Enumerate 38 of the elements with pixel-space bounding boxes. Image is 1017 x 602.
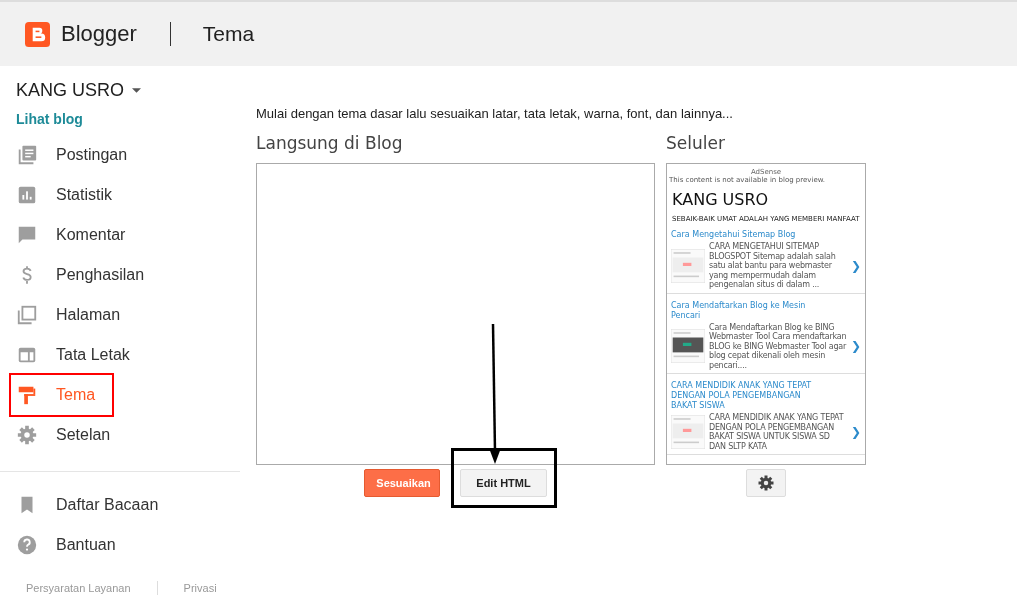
nav-item[interactable]: Tata Letak [0,335,140,375]
intro-text: Mulai dengan tema dasar lalu sesuaikan latar, tata letak, warna, font, dan lainnya... [256,106,734,121]
nav-item[interactable]: Bantuan [0,525,126,565]
edit-html-button[interactable]: Edit HTML [460,469,547,497]
gear-icon [16,424,38,446]
gear-icon [757,474,775,492]
help-icon [16,534,38,556]
blogger-logo-icon[interactable] [25,21,50,47]
mobile-preview-frame[interactable] [666,163,866,465]
post-title[interactable]: CARA MENDIDIK ANAK YANG TEPAT DENGAN POLA PENGEMBANGAN BAKAT SISWA [671,381,821,411]
post-title[interactable]: Cara Mendaftarkan Blog ke Mesin Pencari [671,300,821,321]
nav-item[interactable]: Setelan [0,415,121,455]
page-title: Tema [202,22,255,46]
brand-name: Blogger [61,21,137,47]
chevron-icon[interactable]: ❯ [850,339,861,354]
chevron-icon[interactable]: ❯ [850,425,861,439]
nav-item[interactable]: Penghasilan [0,255,155,295]
settings-button[interactable] [746,469,786,497]
mobile-heading: Seluler [666,133,726,153]
post-excerpt: CARA MENGETAHUI SITEMAP BLOGSPOT Sitemap adalah salah satu alat bantu para webmaster yang mempermudah dalam pengenalan situs di dalam ... [709,242,837,290]
view-blog-link[interactable]: Lihat blog [16,111,83,127]
chevron-icon[interactable]: ❯ [850,258,861,273]
nav-item[interactable]: Halaman [0,295,131,335]
caret-icon [132,88,142,93]
nav-item[interactable]: Statistik [0,175,122,215]
paint-roller-icon [16,384,38,406]
post-excerpt: CARA MENDIDIK ANAK YANG TEPAT DENGAN POLA PENGEMBANGAN BAKAT SISWA UNTUK SISWA SD DAN SLTP KATA [709,413,845,451]
live-heading: Langsung di Blog [256,133,404,153]
nav-item[interactable]: Postingan [0,135,138,175]
blog-selector[interactable]: KANG USRO [0,80,142,101]
posts-icon [16,144,38,166]
blog-title: KANG USRO [672,190,770,209]
nav-item[interactable]: Daftar Bacaan [0,485,169,525]
pages-icon [16,304,38,326]
post-excerpt: Cara Mendaftarkan Blog ke BING Webmaster Tool Cara mendaftarkan BLOG ke BING Webmaster Tool agar blog cepat dikenali oleh mesin pencari.... [709,322,847,370]
nav-item[interactable]: Komentar [0,215,136,255]
post-title[interactable]: Cara Mengetahui Sitemap Blog [671,230,821,240]
stats-icon [16,184,38,206]
